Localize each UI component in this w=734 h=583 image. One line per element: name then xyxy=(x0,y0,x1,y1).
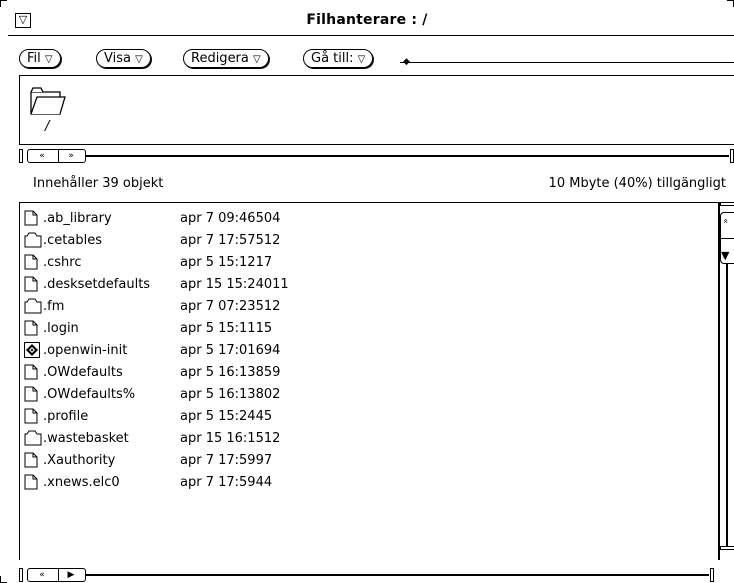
scrollbar-buttons[interactable]: « ▶ xyxy=(27,568,86,582)
document-icon xyxy=(24,364,38,384)
menu-goto-button[interactable]: Gå till: ▽ xyxy=(303,49,374,68)
document-icon xyxy=(24,254,38,274)
file-date-size: apr 7 09:46504 xyxy=(180,211,281,226)
scrollbar-end-cap[interactable] xyxy=(710,568,714,582)
document-icon xyxy=(24,474,38,494)
menu-goto-label: Gå till: xyxy=(311,51,354,66)
file-name: .OWdefaults% xyxy=(43,387,136,402)
menu-file-button[interactable]: Fil ▽ xyxy=(19,49,61,68)
file-name: .cetables xyxy=(43,233,102,248)
list-item[interactable]: .profile apr 5 15:2445 xyxy=(20,405,710,427)
file-name: .xnews.elc0 xyxy=(43,475,120,490)
list-item[interactable]: .OWdefaults apr 5 16:13859 xyxy=(20,361,710,383)
item-count-status: Innehåller 39 objekt xyxy=(33,176,164,191)
list-item[interactable]: .ab_library apr 7 09:46504 xyxy=(20,207,710,229)
folder-icon xyxy=(24,298,42,318)
list-item[interactable]: .wastebasket apr 15 16:1512 xyxy=(20,427,710,449)
document-icon xyxy=(24,276,38,296)
path-horizontal-scrollbar[interactable]: « » xyxy=(19,149,734,163)
chevron-down-icon: ▽ xyxy=(135,54,143,65)
list-item[interactable]: .desksetdefaults apr 15 15:24011 xyxy=(20,273,710,295)
folder-icon xyxy=(24,430,42,450)
file-name: .openwin-init xyxy=(43,343,128,358)
path-label: / xyxy=(45,119,50,134)
scrollbar-buttons[interactable]: « » xyxy=(27,149,86,163)
path-pane xyxy=(19,75,734,145)
file-name: .desksetdefaults xyxy=(43,277,151,292)
file-name: .cshrc xyxy=(43,255,82,270)
list-item[interactable]: .cetables apr 7 17:57512 xyxy=(20,229,710,251)
file-date-size: apr 7 17:57512 xyxy=(180,233,281,248)
list-item[interactable]: .cshrc apr 5 15:1217 xyxy=(20,251,710,273)
scroll-left-icon[interactable]: « xyxy=(30,150,54,162)
menu-edit-button[interactable]: Redigera ▽ xyxy=(183,49,269,68)
list-item[interactable]: .login apr 5 15:1115 xyxy=(20,317,710,339)
file-date-size: apr 15 16:1512 xyxy=(180,431,281,446)
document-icon xyxy=(24,408,38,428)
chevron-down-icon: ▽ xyxy=(253,54,261,65)
scrollbar-end-cap[interactable] xyxy=(730,149,734,163)
file-date-size: apr 7 17:5944 xyxy=(180,475,273,490)
document-icon xyxy=(24,452,38,472)
list-item[interactable]: .OWdefaults% apr 5 16:13802 xyxy=(20,383,710,405)
file-date-size: apr 5 15:1217 xyxy=(180,255,273,270)
document-icon xyxy=(24,320,38,340)
vertical-scrollbar-bottom-cap[interactable] xyxy=(720,546,734,550)
file-name: .login xyxy=(43,321,79,336)
list-item[interactable]: .Xauthority apr 7 17:5997 xyxy=(20,449,710,471)
folder-icon xyxy=(24,232,42,252)
file-list: .ab_library apr 7 09:46504 .cetables apr… xyxy=(19,202,719,560)
file-name: .OWdefaults xyxy=(43,365,123,380)
file-date-size: apr 15 15:24011 xyxy=(180,277,289,292)
vertical-scrollbar-top-cap[interactable] xyxy=(720,202,734,206)
file-name: .fm xyxy=(43,299,65,314)
window-corner-top-left[interactable] xyxy=(0,0,7,7)
list-horizontal-scrollbar[interactable]: « ▶ xyxy=(19,568,714,582)
file-date-size: apr 7 07:23512 xyxy=(180,299,281,314)
chevron-down-icon: ▽ xyxy=(357,54,366,65)
file-date-size: apr 5 15:2445 xyxy=(180,409,273,424)
scrollbar-start-cap[interactable] xyxy=(19,149,23,163)
menu-edit-label: Redigera xyxy=(191,51,249,66)
file-name: .ab_library xyxy=(43,211,112,226)
application-icon xyxy=(24,342,40,362)
title-divider xyxy=(8,35,734,36)
window-corner-top-right[interactable] xyxy=(727,0,734,7)
file-name: .profile xyxy=(43,409,89,424)
goto-path-input[interactable] xyxy=(400,62,734,63)
menu-file-label: Fil xyxy=(27,51,41,66)
window-corner-bottom-left[interactable] xyxy=(0,576,7,583)
document-icon xyxy=(24,210,38,230)
file-date-size: apr 5 15:1115 xyxy=(180,321,273,336)
list-item[interactable]: .fm apr 7 07:23512 xyxy=(20,295,710,317)
file-date-size: apr 5 17:01694 xyxy=(180,343,281,358)
scrollbar-start-cap[interactable] xyxy=(19,568,23,582)
chevron-down-icon: ▽ xyxy=(44,54,53,65)
file-date-size: apr 7 17:5997 xyxy=(180,453,273,468)
scroll-right-icon[interactable]: ▶ xyxy=(58,569,83,581)
scroll-down-icon[interactable]: ▼ xyxy=(721,249,729,262)
scrollbar-track[interactable] xyxy=(86,574,709,576)
file-name: .wastebasket xyxy=(43,431,129,446)
scroll-left-icon[interactable]: « xyxy=(30,569,54,581)
list-item[interactable]: .openwin-init apr 5 17:01694 xyxy=(20,339,710,361)
scroll-right-icon[interactable]: » xyxy=(58,150,83,162)
folder-icon[interactable] xyxy=(30,86,66,120)
scrollbar-button-divider xyxy=(720,238,734,239)
scroll-up-icon[interactable]: « xyxy=(720,218,730,224)
list-item[interactable]: .xnews.elc0 apr 7 17:5944 xyxy=(20,471,710,493)
disk-space-status: 10 Mbyte (40%) tillgängligt xyxy=(548,176,726,191)
file-name: .Xauthority xyxy=(43,453,116,468)
scrollbar-track[interactable] xyxy=(86,155,729,157)
document-icon xyxy=(24,386,38,406)
file-date-size: apr 5 16:13859 xyxy=(180,365,281,380)
file-date-size: apr 5 16:13802 xyxy=(180,387,281,402)
vertical-scrollbar-track[interactable] xyxy=(726,264,728,546)
window-title: Filhanterare : / xyxy=(306,12,428,28)
menu-view-button[interactable]: Visa ▽ xyxy=(96,49,151,68)
menu-view-label: Visa xyxy=(104,51,131,66)
